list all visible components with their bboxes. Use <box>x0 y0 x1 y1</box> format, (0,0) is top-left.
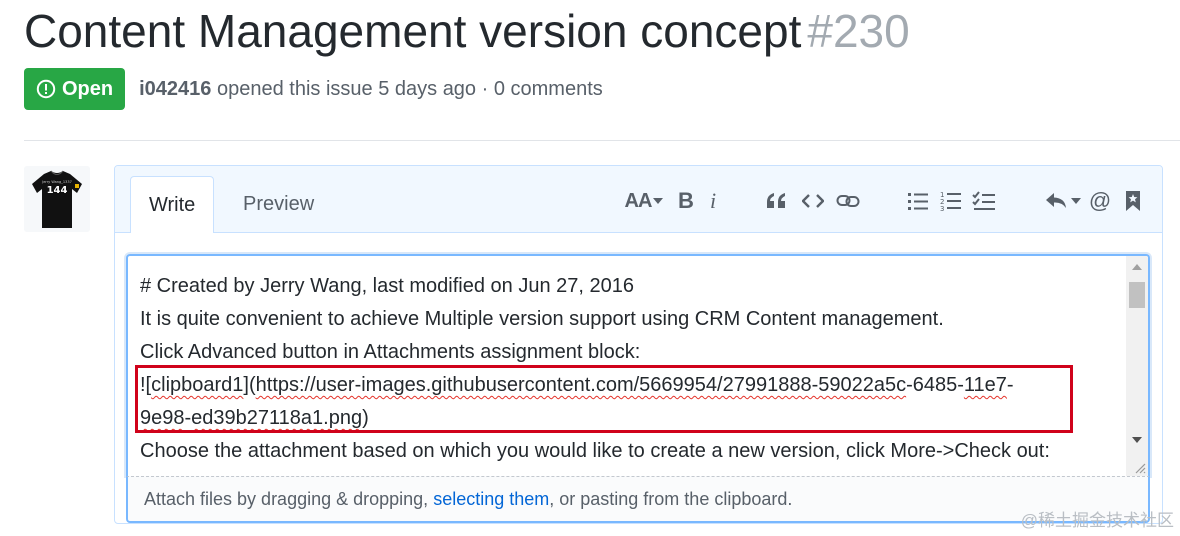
svg-text:3: 3 <box>940 205 944 212</box>
avatar-tiny-text: Jerry Wang_1337 <box>41 180 72 184</box>
scroll-up-arrow-icon[interactable] <box>1132 264 1142 270</box>
text-span: clipboard1 <box>151 374 244 396</box>
text-span: -6485- <box>906 374 964 396</box>
issue-meta: Open i042416 opened this issue 5 days ag… <box>24 68 603 110</box>
text-span: https://user-images.githubusercontent.co… <box>255 374 907 396</box>
text-line: 9e98-ed39b27118a1.png) <box>140 402 1050 435</box>
avatar-image: Jerry Wang_1337 144 <box>32 170 82 228</box>
editor-header: Write Preview AA B i 1 2 3 @ <box>115 166 1162 233</box>
tab-write[interactable]: Write <box>130 176 215 233</box>
issue-meta-rest: opened this issue 5 days ago · 0 comment… <box>216 77 603 100</box>
task-list-icon[interactable] <box>971 186 997 216</box>
bold-icon[interactable]: B <box>673 186 699 216</box>
scroll-down-arrow-icon[interactable] <box>1132 437 1142 443</box>
issue-meta-text: i042416 opened this issue 5 days ago · 0… <box>139 78 603 101</box>
comment-textarea[interactable]: # Created by Jerry Wang, last modified o… <box>126 254 1150 476</box>
textarea-scrollbar[interactable] <box>1126 256 1148 476</box>
text-size-icon[interactable]: AA <box>623 186 665 216</box>
textarea-content: # Created by Jerry Wang, last modified o… <box>140 270 1050 468</box>
ordered-list-icon[interactable]: 123 <box>938 186 964 216</box>
quote-icon[interactable] <box>763 186 789 216</box>
text-span: 11e7 <box>963 374 1007 396</box>
watermark: @稀土掘金技术社区 <box>1020 511 1174 530</box>
status-label: Open <box>62 77 114 100</box>
text-span: - <box>1006 374 1014 396</box>
issue-opened-icon <box>36 79 56 99</box>
text-span: ]( <box>243 374 256 396</box>
text-line: It is quite convenient to achieve Multip… <box>140 308 944 330</box>
italic-icon[interactable]: i <box>700 186 726 216</box>
text-line: Choose the attachment based on which you… <box>140 440 1050 462</box>
header-divider <box>24 140 1180 141</box>
attach-suffix: , or pasting from the clipboard. <box>549 489 793 509</box>
text-span: ed39b27118a1.png <box>191 407 363 429</box>
issue-title: Content Management version concept #230 <box>24 2 910 60</box>
link-icon[interactable] <box>835 186 861 216</box>
avatar[interactable]: Jerry Wang_1337 144 <box>24 166 90 232</box>
status-badge: Open <box>24 68 126 110</box>
text-span: ) <box>362 407 369 429</box>
chevron-down-icon <box>653 198 664 204</box>
chevron-down-icon <box>1071 198 1081 204</box>
reply-icon[interactable] <box>1045 186 1081 216</box>
mention-icon[interactable]: @ <box>1087 186 1113 216</box>
text-line: # Created by Jerry Wang, last modified o… <box>140 275 634 297</box>
text-line: ![clipboard1](https://user-images.github… <box>140 369 1050 402</box>
attach-files-bar[interactable]: Attach files by dragging & dropping, sel… <box>126 476 1150 523</box>
unordered-list-icon[interactable] <box>905 186 931 216</box>
scroll-thumb[interactable] <box>1129 282 1145 308</box>
tab-preview[interactable]: Preview <box>225 176 332 232</box>
text-span: 9e98 <box>140 407 185 429</box>
resize-handle-icon[interactable] <box>1132 460 1146 474</box>
attach-prefix: Attach files by dragging & dropping, <box>144 489 434 509</box>
author-link[interactable]: i042416 <box>139 78 211 100</box>
bookmark-icon[interactable] <box>1120 186 1146 216</box>
code-icon[interactable] <box>800 186 826 216</box>
comment-editor: Write Preview AA B i 1 2 3 @ # Created b… <box>114 165 1163 524</box>
avatar-shirt-number: 144 <box>47 185 68 196</box>
issue-title-text: Content Management version concept <box>24 5 802 57</box>
text-line: Click Advanced button in Attachments ass… <box>140 341 641 363</box>
select-files-link[interactable]: selecting them <box>433 489 549 509</box>
issue-number: #230 <box>807 5 910 57</box>
text-span: ![ <box>140 374 152 396</box>
